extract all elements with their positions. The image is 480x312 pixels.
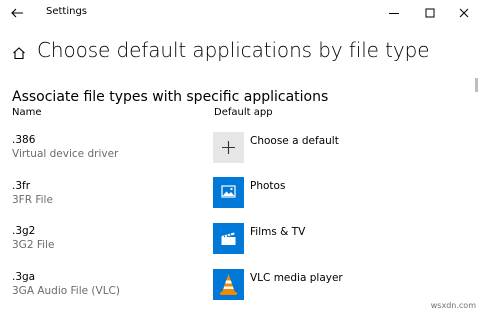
default-app-name[interactable]: Choose a default [250,135,339,147]
section-title: Associate file types with specific appli… [12,89,329,105]
watermark: wsxdn.com [430,301,476,310]
file-extension: .386 [12,134,36,146]
home-icon[interactable] [12,45,26,60]
plus-icon [213,141,244,167]
scrollbar[interactable] [474,26,478,312]
vlc-app-button[interactable] [213,269,244,300]
photos-app-button[interactable] [213,177,244,208]
default-app-name[interactable]: VLC media player [250,272,343,284]
photos-icon [213,185,244,212]
file-description: 3GA Audio File (VLC) [12,285,120,297]
back-arrow-icon[interactable] [8,4,26,22]
file-description: 3FR File [12,194,53,206]
file-extension: .3ga [12,271,36,283]
window-title: Settings [46,6,88,17]
file-extension: .3fr [12,180,31,192]
scrollbar-thumb[interactable] [475,78,478,92]
films-tv-icon [213,232,244,258]
films-tv-app-button[interactable] [213,223,244,254]
minimize-icon[interactable] [385,4,403,22]
file-description: Virtual device driver [12,148,119,160]
close-icon[interactable] [455,4,473,22]
choose-default-button[interactable] [213,132,244,163]
column-header-default-app: Default app [214,107,273,118]
file-description: 3G2 File [12,239,55,251]
default-app-name[interactable]: Films & TV [250,226,305,238]
maximize-icon[interactable] [421,4,439,22]
title-bar: Settings [0,0,480,26]
page-title: Choose default applications by file type [37,38,430,62]
column-header-name: Name [12,107,42,118]
default-app-name[interactable]: Photos [250,180,285,192]
file-extension: .3g2 [12,225,36,237]
vlc-cone-icon [213,274,244,304]
